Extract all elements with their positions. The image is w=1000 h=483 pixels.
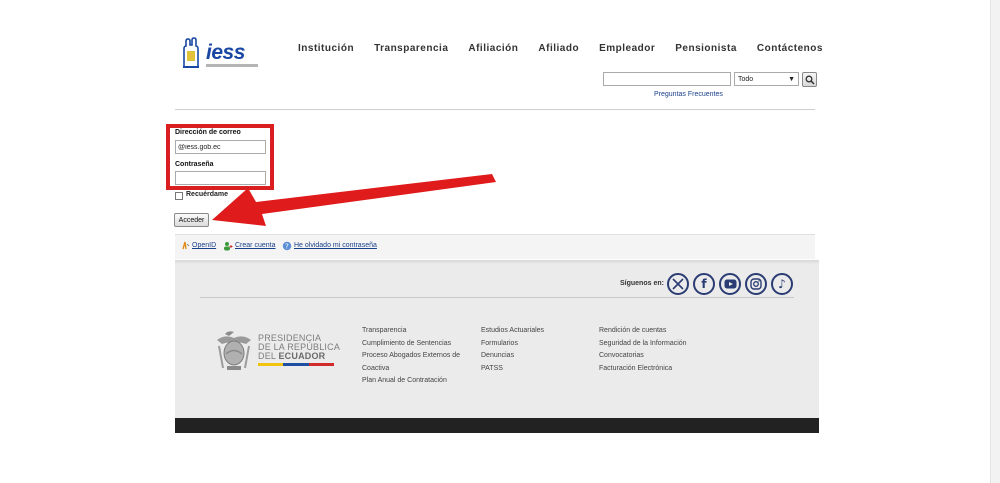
footer-link[interactable]: Seguridad de la Información: [599, 338, 687, 351]
nav-item-afiliado[interactable]: Afiliado: [538, 43, 579, 54]
tiktok-icon[interactable]: ♪: [771, 273, 793, 295]
login-button[interactable]: Acceder: [174, 213, 209, 227]
x-icon[interactable]: [667, 273, 689, 295]
facebook-icon[interactable]: f: [693, 273, 715, 295]
footer-column-3: Rendición de cuentas Seguridad de la Inf…: [599, 325, 687, 375]
presidency-line-3-prefix: DEL: [258, 351, 276, 361]
footer-column-2: Estudios Actuariales Formularios Denunci…: [481, 325, 544, 375]
footer-link[interactable]: Cumplimiento de Sentencias: [362, 338, 460, 351]
nav-item-afiliacion[interactable]: Afiliación: [468, 43, 518, 54]
presidency-text: PRESIDENCIA DE LA REPÚBLICA DEL ECUADOR: [258, 334, 340, 361]
footer-link[interactable]: Formularios: [481, 338, 544, 351]
footer-link[interactable]: Proceso Abogados Externos de: [362, 350, 460, 363]
search-scope-value: Todo: [738, 75, 754, 83]
openid-link[interactable]: OpenID: [192, 242, 216, 249]
footer-link[interactable]: PATSS: [481, 363, 544, 376]
main-nav: Institución Transparencia Afiliación Afi…: [298, 43, 843, 54]
search-button[interactable]: [802, 72, 817, 87]
remember-me-checkbox[interactable]: [175, 192, 183, 200]
youtube-icon[interactable]: [719, 273, 741, 295]
help-icon: ?: [282, 241, 292, 251]
search-input[interactable]: [603, 72, 731, 86]
presidency-line-3-bold: ECUADOR: [278, 351, 326, 361]
chevron-down-icon: ▼: [788, 75, 795, 83]
instagram-icon[interactable]: [745, 273, 767, 295]
footer-top-shadow: [175, 260, 819, 264]
header-divider: [175, 109, 815, 110]
follow-us-label: Síguenos en:: [620, 280, 664, 287]
footer-link[interactable]: Estudios Actuariales: [481, 325, 544, 338]
hand-shield-icon: [183, 37, 199, 68]
footer-bottom-bar: [175, 418, 819, 433]
coat-of-arms-icon: [217, 331, 251, 370]
nav-item-transparencia[interactable]: Transparencia: [374, 43, 448, 54]
nav-item-institucion[interactable]: Institución: [298, 43, 354, 54]
openid-icon: [182, 241, 190, 250]
nav-item-empleador[interactable]: Empleador: [599, 43, 655, 54]
nav-item-contactenos[interactable]: Contáctenos: [757, 43, 823, 54]
search-scope-select[interactable]: Todo ▼: [734, 72, 799, 86]
footer-link[interactable]: Convocatorias: [599, 350, 687, 363]
footer-link[interactable]: Plan Anual de Contratación: [362, 375, 460, 388]
footer-divider: [200, 297, 794, 298]
annotation-arrow-icon: [212, 174, 496, 226]
iess-logo[interactable]: iess: [180, 37, 260, 71]
footer-link[interactable]: Coactiva: [362, 363, 460, 376]
logo-tagline: [206, 64, 258, 67]
forgot-password-link[interactable]: He olvidado mi contraseña: [294, 242, 377, 249]
footer-link[interactable]: Denuncias: [481, 350, 544, 363]
page: iess Institución Transparencia Afiliació…: [0, 0, 1000, 483]
faq-link[interactable]: Preguntas Frecuentes: [654, 91, 723, 98]
add-user-icon: [224, 242, 233, 251]
create-account-link[interactable]: Crear cuenta: [235, 242, 275, 249]
footer-column-1: Transparencia Cumplimiento de Sentencias…: [362, 325, 460, 388]
footer-link[interactable]: Facturación Electrónica: [599, 363, 687, 376]
scrollbar-gutter[interactable]: [990, 0, 1000, 483]
logo-wordmark: iess: [206, 41, 245, 64]
flag-stripe: [258, 363, 334, 366]
svg-text:?: ?: [285, 243, 289, 251]
footer-link[interactable]: Rendición de cuentas: [599, 325, 687, 338]
nav-item-pensionista[interactable]: Pensionista: [675, 43, 737, 54]
footer-link[interactable]: Transparencia: [362, 325, 460, 338]
search-icon: [805, 75, 815, 85]
